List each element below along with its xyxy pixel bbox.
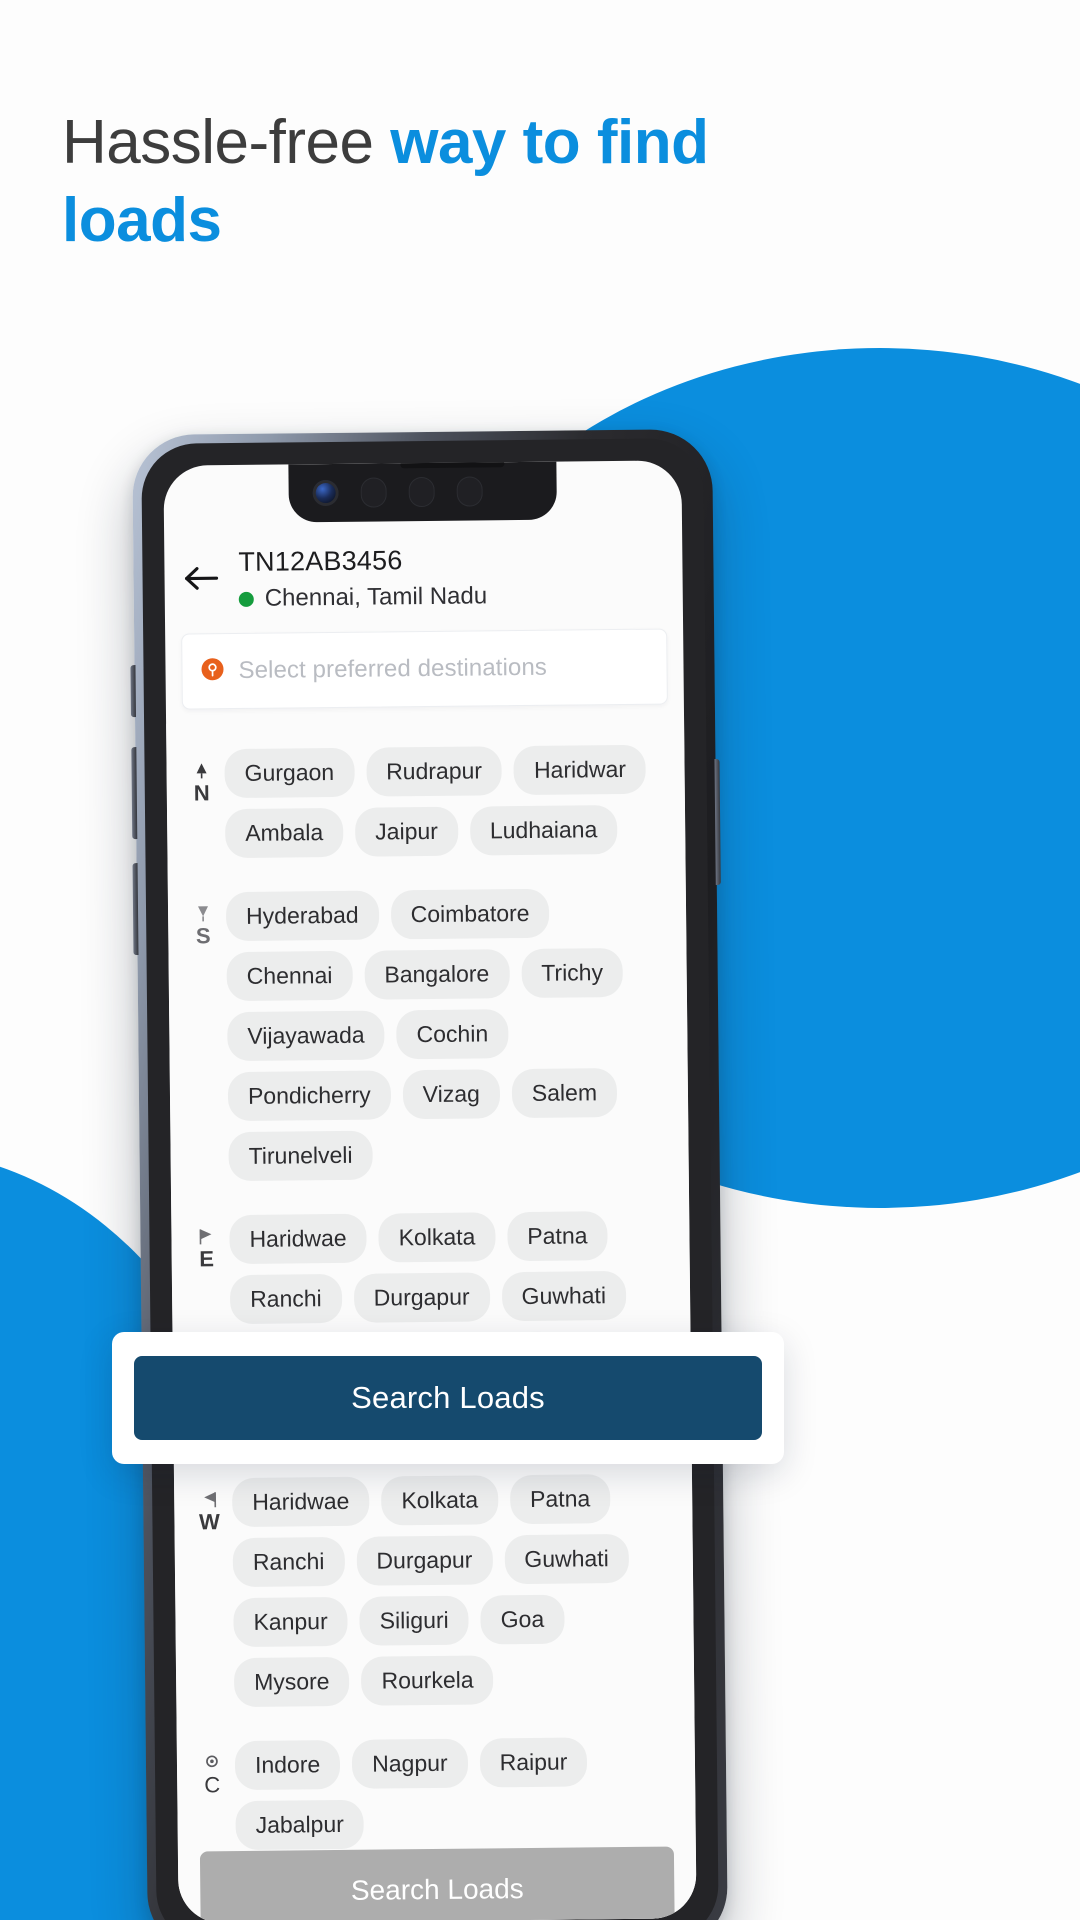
compass-south-icon: S: [182, 892, 225, 948]
chip-item[interactable]: Ranchi: [232, 1536, 345, 1588]
phone-bezel: TN12AB3456 Chennai, Tamil Nadu Select pr…: [141, 438, 719, 1920]
arrow-left-icon: [184, 565, 219, 591]
compass-east-icon: E: [185, 1215, 228, 1271]
phone-frame: TN12AB3456 Chennai, Tamil Nadu Select pr…: [132, 429, 728, 1920]
promo-headline: Hassle-free way to find loads: [62, 104, 822, 260]
chip-item[interactable]: Nagpur: [351, 1738, 468, 1789]
status-dot-icon: [238, 591, 254, 607]
current-location-label: Chennai, Tamil Nadu: [264, 582, 488, 612]
chip-item[interactable]: Chennai: [226, 950, 353, 1002]
chip-item[interactable]: Vijayawada: [227, 1010, 385, 1062]
destination-search-wrap: Select preferred destinations: [181, 628, 668, 710]
search-loads-button[interactable]: Search Loads: [134, 1356, 762, 1440]
app-header: TN12AB3456 Chennai, Tamil Nadu: [164, 538, 683, 614]
chip-item[interactable]: Jaipur: [354, 806, 459, 857]
chip-item[interactable]: Ranchi: [229, 1273, 342, 1325]
svg-text:E: E: [199, 1246, 214, 1271]
chip-list-west: Haridwae Kolkata Patna Ranchi Durgapur G…: [231, 1473, 680, 1708]
chip-item[interactable]: Rourkela: [361, 1655, 494, 1706]
compass-central-icon: C: [191, 1741, 234, 1797]
chip-item[interactable]: Ludhaiana: [469, 805, 618, 856]
chip-item[interactable]: Guwhati: [504, 1533, 629, 1585]
chip-item[interactable]: Kanpur: [233, 1596, 348, 1648]
chip-item[interactable]: Haridwar: [513, 744, 647, 796]
secondary-search-loads-label: Search Loads: [350, 1873, 524, 1906]
phone-screen: TN12AB3456 Chennai, Tamil Nadu Select pr…: [163, 460, 697, 1920]
phone-notch: [288, 460, 557, 523]
phone-mockup: TN12AB3456 Chennai, Tamil Nadu Select pr…: [130, 429, 728, 1920]
chip-item[interactable]: Ambala: [224, 807, 344, 859]
svg-text:N: N: [194, 780, 210, 805]
notch-sensor-three: [456, 476, 483, 507]
header-text-block: TN12AB3456 Chennai, Tamil Nadu: [238, 540, 487, 614]
notch-sensor-one: [360, 477, 387, 508]
chip-item[interactable]: Durgapur: [353, 1272, 490, 1323]
svg-text:C: C: [204, 1772, 220, 1797]
direction-group-north: N Gurgaon Rudrapur Haridwar Ambala Jaipu…: [180, 744, 671, 859]
chip-item[interactable]: Indore: [234, 1739, 341, 1791]
chip-item[interactable]: Coimbatore: [390, 888, 550, 940]
chip-item[interactable]: Gurgaon: [224, 747, 355, 799]
compass-north-icon: N: [180, 749, 223, 805]
front-camera-icon: [312, 479, 339, 507]
search-loads-cta-card: Search Loads: [112, 1332, 784, 1464]
phone-volume-down-button: [132, 863, 139, 956]
chip-list-north: Gurgaon Rudrapur Haridwar Ambala Jaipur …: [224, 744, 671, 859]
chip-item[interactable]: Salem: [511, 1068, 618, 1119]
destination-chip-groups[interactable]: N Gurgaon Rudrapur Haridwar Ambala Jaipu…: [166, 718, 697, 1920]
location-pin-icon: [200, 657, 224, 686]
chip-item[interactable]: Kolkata: [381, 1475, 499, 1526]
destination-search-input[interactable]: Select preferred destinations: [181, 628, 668, 710]
chip-item[interactable]: Rudrapur: [365, 746, 503, 797]
chip-list-south: Hyderabad Coimbatore Chennai Bangalore T…: [225, 887, 675, 1182]
chip-item[interactable]: Jabalpur: [235, 1799, 365, 1851]
chip-item[interactable]: Mysore: [233, 1656, 350, 1708]
chip-item[interactable]: Hyderabad: [225, 890, 379, 942]
chip-item[interactable]: Patna: [509, 1474, 611, 1525]
vehicle-number: TN12AB3456: [238, 545, 403, 577]
direction-group-west: W Haridwae Kolkata Patna Ranchi Durgapur…: [188, 1473, 680, 1708]
chip-list-central: Indore Nagpur Raipur Jabalpur: [234, 1736, 682, 1851]
notch-sensor-two: [408, 476, 435, 508]
chip-item[interactable]: Vizag: [402, 1069, 501, 1120]
compass-west-icon: W: [188, 1478, 231, 1534]
headline-plain-text: Hassle-free: [62, 108, 391, 177]
current-location-row: Chennai, Tamil Nadu: [238, 581, 488, 614]
chip-item[interactable]: Goa: [480, 1594, 565, 1645]
chip-item[interactable]: Bangalore: [364, 949, 510, 1000]
chip-item[interactable]: Siliguri: [359, 1595, 469, 1646]
chip-item[interactable]: Cochin: [396, 1009, 509, 1060]
direction-group-central: C Indore Nagpur Raipur Jabalpur: [191, 1736, 682, 1851]
back-button[interactable]: [178, 555, 224, 601]
chip-item[interactable]: Pondicherry: [227, 1070, 391, 1122]
svg-text:W: W: [199, 1509, 220, 1534]
chip-item[interactable]: Haridwae: [231, 1476, 370, 1528]
secondary-search-loads-button[interactable]: Search Loads: [199, 1846, 675, 1920]
direction-group-south: S Hyderabad Coimbatore Chennai Bangalore…: [182, 887, 675, 1182]
svg-text:S: S: [196, 923, 211, 948]
chip-item[interactable]: Guwhati: [501, 1270, 627, 1322]
chip-item[interactable]: Patna: [507, 1211, 608, 1262]
phone-mute-switch: [130, 665, 137, 718]
phone-volume-up-button: [131, 747, 138, 840]
chip-item[interactable]: Tirunelveli: [228, 1130, 373, 1182]
chip-item[interactable]: Trichy: [521, 947, 624, 999]
chip-item[interactable]: Raipur: [479, 1737, 588, 1788]
promo-screenshot: Hassle-free way to find loads TN12AB3456…: [0, 0, 1080, 1920]
destination-search-placeholder: Select preferred destinations: [238, 653, 548, 684]
earpiece-speaker: [400, 460, 505, 469]
chip-item[interactable]: Haridwae: [229, 1213, 367, 1265]
chip-item[interactable]: Kolkata: [378, 1212, 496, 1263]
chip-item[interactable]: Durgapur: [356, 1535, 493, 1586]
